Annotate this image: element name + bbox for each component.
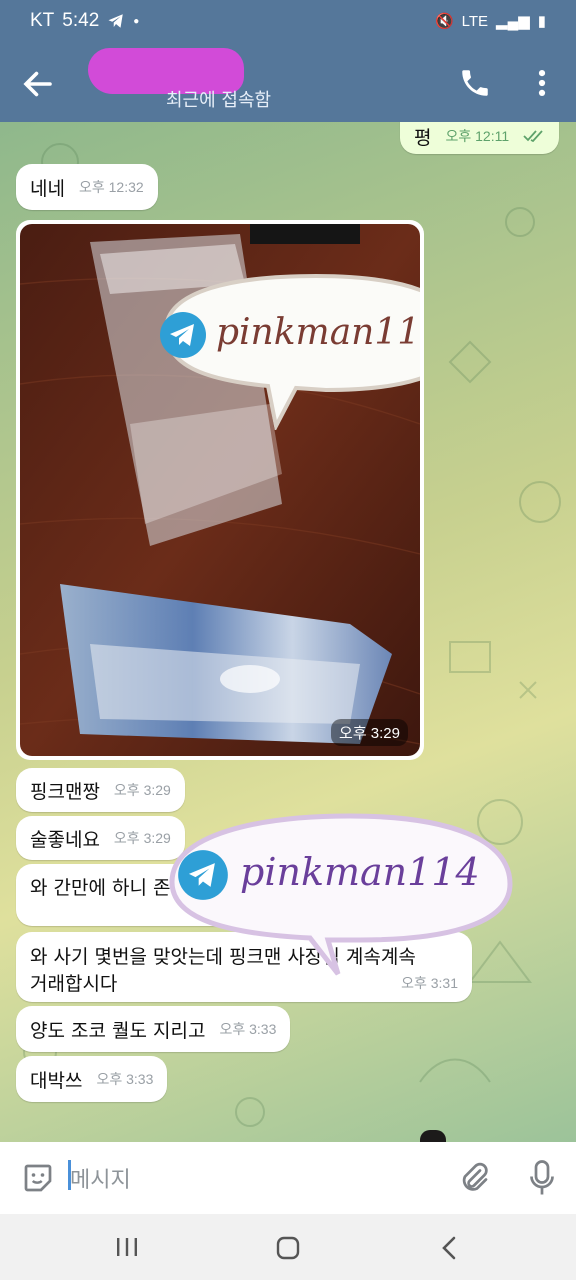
sticker-emoji-icon[interactable] (20, 1160, 56, 1196)
signal-icon: ▂▄▆ (496, 13, 530, 30)
mute-icon: 🔇 (434, 13, 454, 30)
read-checkmarks-icon (523, 130, 543, 142)
message-text: 와 간만에 하니 존 (30, 876, 171, 899)
more-menu-icon[interactable] (530, 66, 554, 100)
last-seen-status: 최근에 접속함 (166, 90, 272, 111)
message-bubble-outgoing[interactable]: 평 오후 12:11 (400, 122, 560, 154)
chat-header: 최근에 접속함 (0, 44, 576, 122)
home-icon[interactable] (274, 1234, 302, 1262)
message-text-line2: 거래합시다 (30, 973, 118, 995)
network-label: LTE (461, 12, 489, 30)
microphone-icon[interactable] (524, 1158, 560, 1198)
message-time: 오후 3:33 (219, 1021, 277, 1037)
telegram-notification-icon (108, 14, 124, 28)
message-bubble[interactable]: 네네 오후 12:32 (16, 164, 158, 210)
photo-timestamp: 오후 3:29 (331, 719, 408, 746)
attach-icon[interactable] (456, 1160, 492, 1196)
telegram-logo-icon (160, 312, 206, 358)
notification-dot-icon: ● (133, 15, 140, 27)
message-input-bar: 메시지 (0, 1142, 576, 1214)
watermark-text-2: pinkman114 (240, 850, 480, 894)
clock: 5:42 (62, 10, 100, 31)
message-text: 술좋네요 (30, 828, 100, 851)
message-bubble[interactable]: 양도 조코 퀄도 지리고 오후 3:33 (16, 1006, 291, 1052)
sticker-peek (420, 1130, 446, 1142)
message-bubble[interactable]: 핑크맨짱 오후 3:29 (16, 768, 185, 812)
status-bar: KT 5:42 ● 🔇 LTE ▂▄▆ ▮ (0, 0, 576, 44)
telegram-logo-icon-2 (178, 850, 228, 900)
message-time: 오후 3:29 (113, 782, 171, 798)
photo-message[interactable]: pinkman114 오후 3:29 (16, 220, 424, 760)
phone-icon[interactable] (458, 66, 492, 100)
message-text: 네네 (30, 177, 65, 200)
battery-icon: ▮ (537, 13, 546, 30)
recent-apps-icon[interactable] (114, 1236, 140, 1258)
message-time: 오후 12:11 (445, 128, 510, 144)
message-text: 양도 조코 퀄도 지리고 (30, 1019, 206, 1042)
watermark-text: pinkman114 (216, 312, 420, 353)
system-nav-bar (0, 1214, 576, 1280)
message-text: 평 (414, 126, 432, 149)
message-text: 대박쓰 (30, 1069, 83, 1092)
message-time: 오후 12:32 (78, 179, 144, 195)
message-text: 핑크맨짱 (30, 780, 100, 803)
carrier-label: KT (30, 10, 55, 31)
chat-area[interactable]: 평 오후 12:11 네네 오후 12:32 pinkman11 오후 3:29… (0, 122, 576, 1142)
message-time: 오후 3:33 (96, 1071, 154, 1087)
message-input[interactable]: 메시지 (70, 1162, 131, 1194)
back-nav-icon[interactable] (438, 1234, 462, 1262)
message-bubble[interactable]: 대박쓰 오후 3:33 (16, 1056, 168, 1102)
back-arrow-icon[interactable] (20, 66, 56, 102)
